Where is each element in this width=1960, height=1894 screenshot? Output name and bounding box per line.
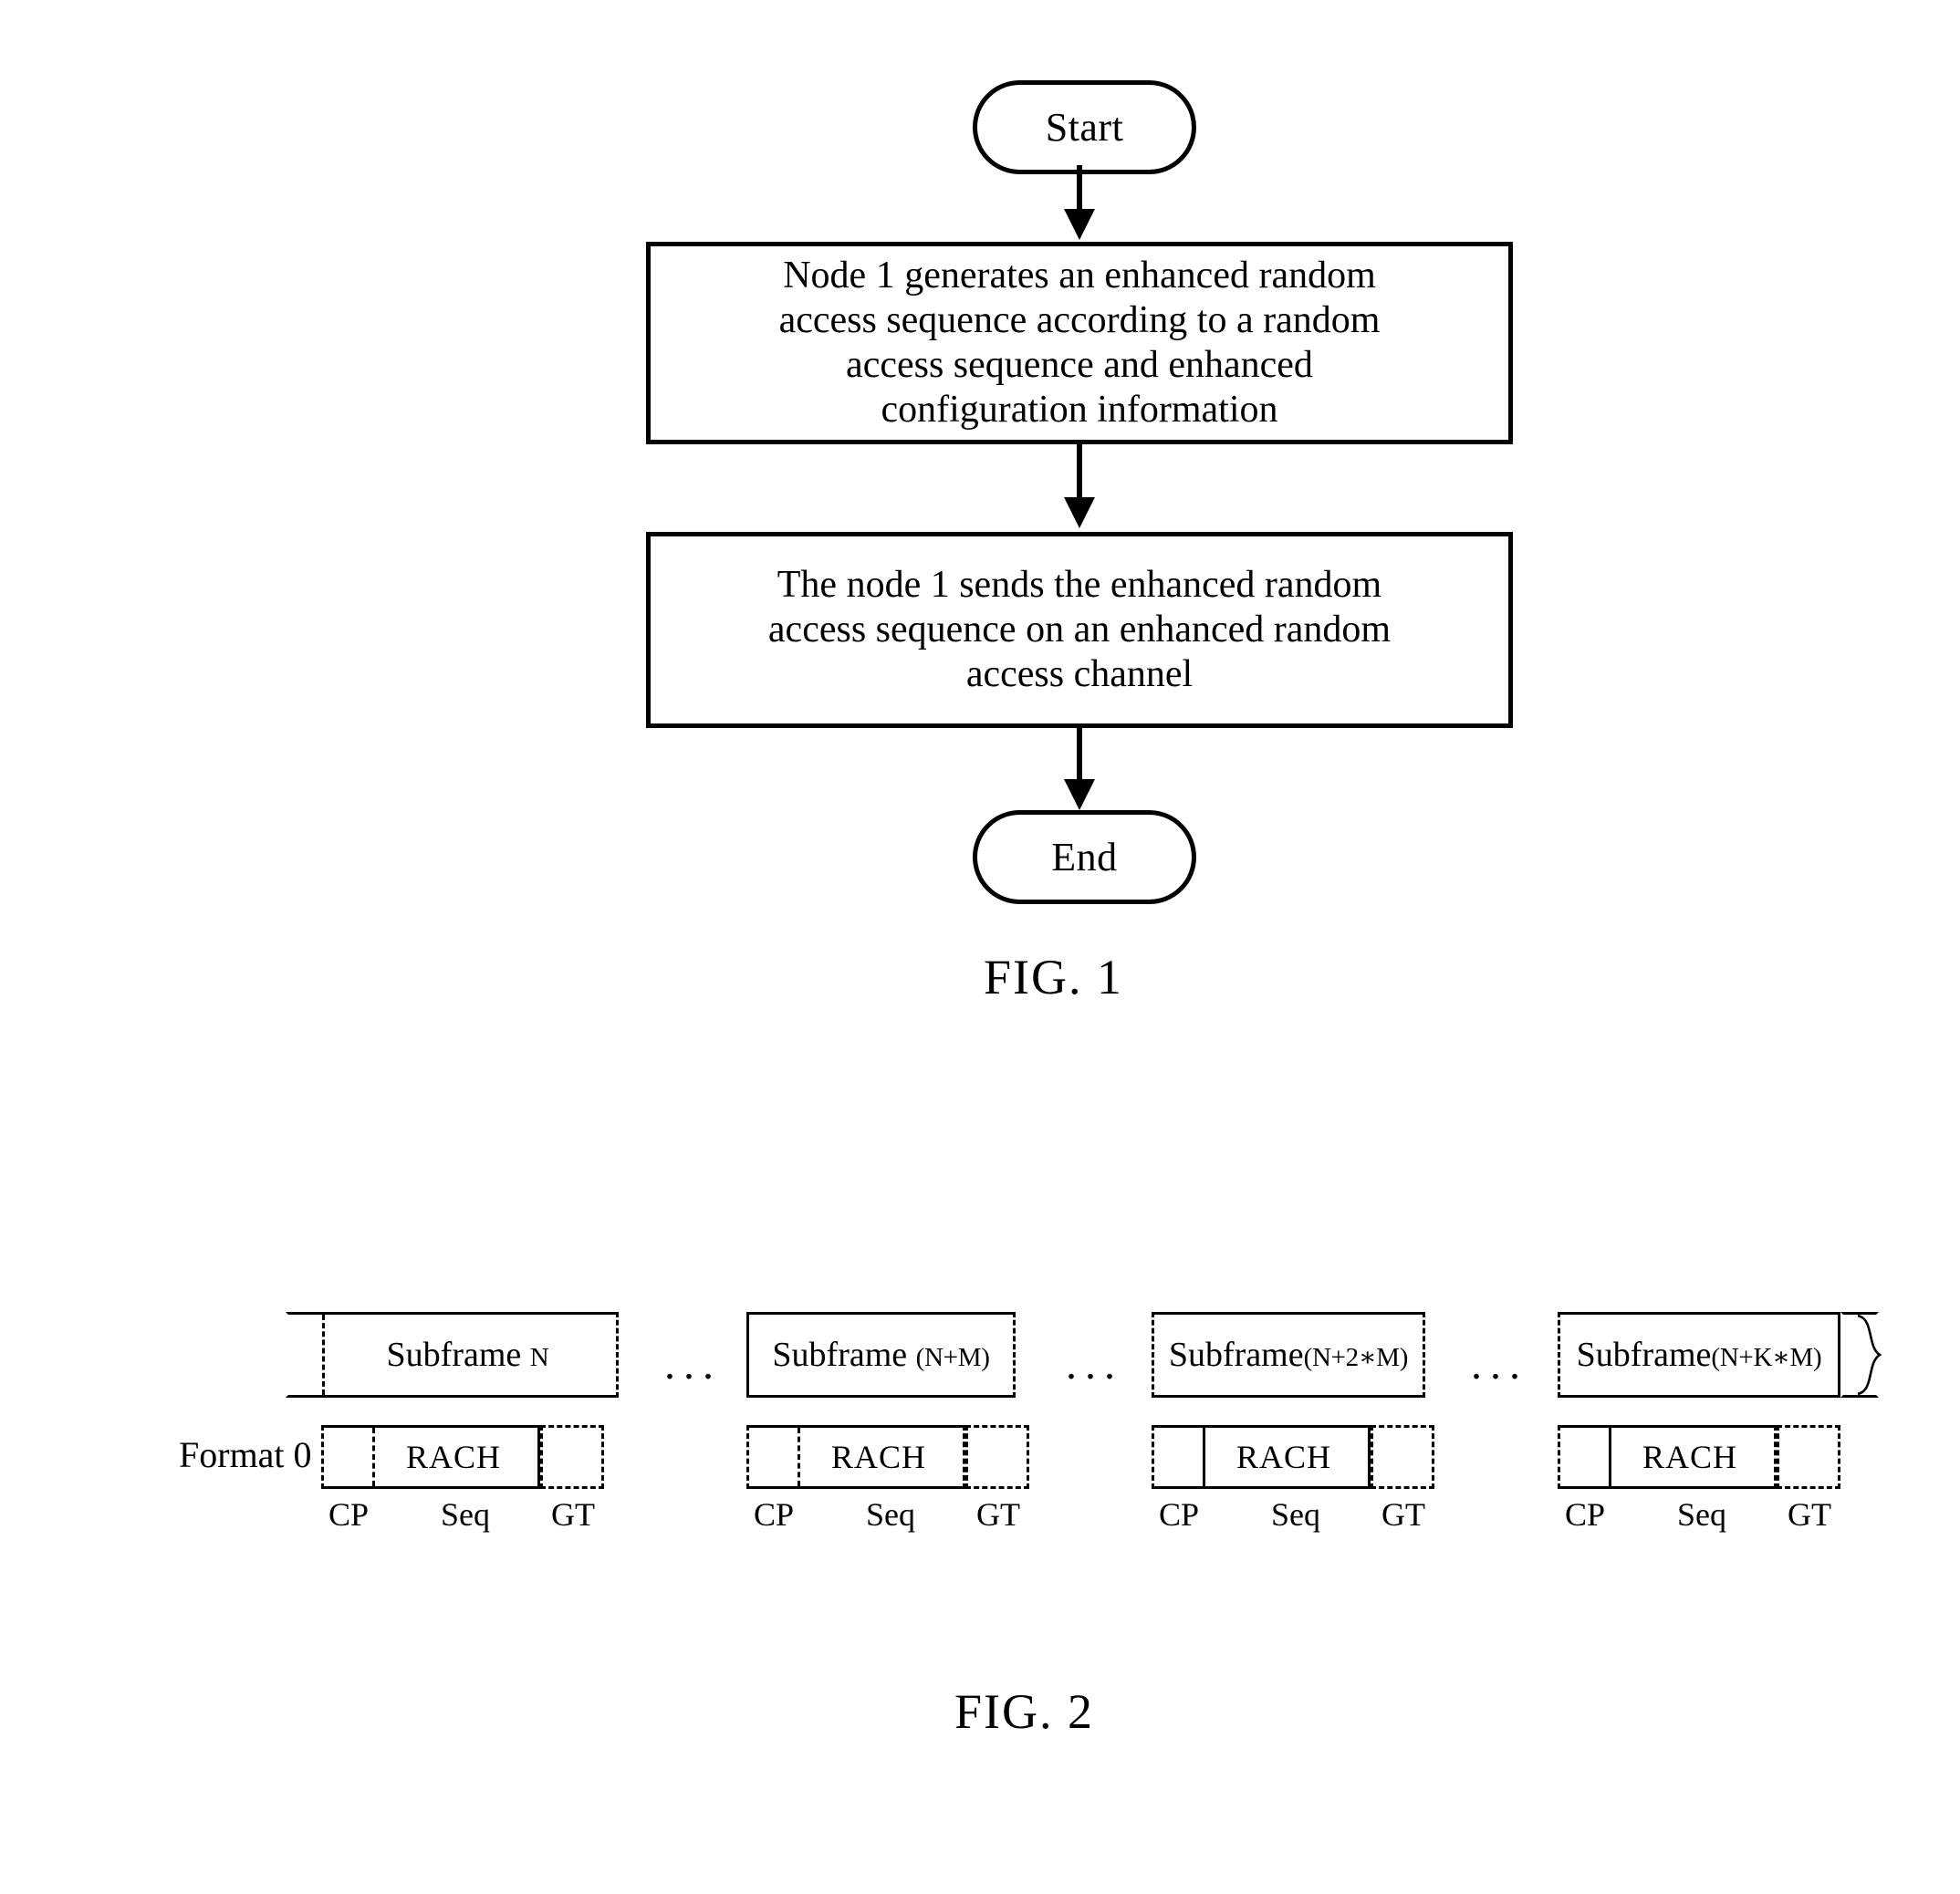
ellipsis-2: ... [1066, 1340, 1123, 1389]
subframe-3-prefix: Subframe [1168, 1336, 1304, 1374]
seq-label-2: Seq [866, 1496, 915, 1533]
subframe-1-index: N [529, 1343, 549, 1372]
subframe-4-prefix: Subframe [1576, 1336, 1712, 1374]
flowchart-end-label: End [1051, 834, 1118, 879]
step2-line-3: access channel [965, 653, 1194, 696]
flowchart-step-2-box: The node 1 sends the enhanced random acc… [646, 532, 1513, 728]
step1-line-2: access sequence according to a random [778, 298, 1381, 341]
step1-line-4: configuration information [881, 389, 1278, 432]
subframe-box-2: Subframe (N+M) [746, 1312, 1016, 1398]
gt-box-3 [1371, 1425, 1434, 1489]
subframe-3-index: (N+2∗M) [1303, 1343, 1409, 1372]
gt-label-4: GT [1788, 1496, 1831, 1533]
flowchart-end-node: End [973, 810, 1196, 904]
rach-box-4-label: RACH [1642, 1439, 1738, 1475]
subframe-box-1-label: Subframe N [387, 1337, 549, 1372]
gt-label-1: GT [551, 1496, 595, 1533]
rach-box-4-cp-divider [1609, 1428, 1611, 1486]
cp-label-1: CP [328, 1496, 370, 1533]
rach-box-1-cp-divider [372, 1428, 375, 1486]
gt-label-2: GT [976, 1496, 1020, 1533]
rach-box-4: RACH [1558, 1425, 1777, 1489]
seq-label-3: Seq [1271, 1496, 1320, 1533]
cp-label-3: CP [1158, 1496, 1200, 1533]
figure-2: Subframe N ... Subframe (N+M) ... Subfra… [0, 1022, 1960, 1894]
ellipsis-3: ... [1471, 1340, 1528, 1389]
subframe-box-2-label: Subframe (N+M) [772, 1337, 989, 1372]
cp-label-2: CP [753, 1496, 795, 1533]
right-brace-icon [1857, 1314, 1882, 1396]
rach-box-2-label: RACH [830, 1439, 927, 1475]
subframe-box-1-divider [322, 1315, 325, 1395]
gt-box-1 [540, 1425, 604, 1489]
cp-label-4: CP [1564, 1496, 1606, 1533]
flowchart-start-node: Start [973, 80, 1196, 174]
gt-box-2 [965, 1425, 1029, 1489]
figure-1: Start Node 1 generates an enhanced rando… [0, 0, 1960, 1022]
seq-label-4: Seq [1677, 1496, 1726, 1533]
ellipsis-1: ... [664, 1340, 722, 1389]
rach-box-1-label: RACH [405, 1439, 502, 1475]
flowchart-step-1-box: Node 1 generates an enhanced random acce… [646, 242, 1513, 444]
subframe-box-1: Subframe N [286, 1312, 619, 1398]
step1-line-1: Node 1 generates an enhanced random [783, 254, 1376, 297]
subframe-2-prefix: Subframe [772, 1336, 916, 1374]
rach-box-2: RACH [746, 1425, 965, 1489]
seq-label-1: Seq [441, 1496, 490, 1533]
rach-box-3: RACH [1152, 1425, 1371, 1489]
rach-box-3-label: RACH [1235, 1439, 1332, 1475]
subframe-box-3: Subframe(N+2∗M) [1152, 1312, 1425, 1398]
rach-box-1: RACH [321, 1425, 540, 1489]
figure-1-caption: FIG. 1 [984, 950, 1124, 1004]
step2-line-1: The node 1 sends the enhanced random [777, 563, 1382, 606]
flowchart-step-2-text: The node 1 sends the enhanced random acc… [752, 563, 1407, 697]
gt-box-4 [1777, 1425, 1840, 1489]
step2-line-2: access sequence on an enhanced random [767, 608, 1392, 650]
step1-line-3: access sequence and enhanced [846, 344, 1313, 386]
subframe-box-4: Subframe(N+K∗M) [1558, 1312, 1840, 1398]
subframe-2-index: (N+M) [915, 1343, 990, 1372]
format-row-label: Format 0 [179, 1434, 312, 1475]
subframe-box-3-label: Subframe(N+2∗M) [1168, 1336, 1409, 1374]
gt-label-3: GT [1381, 1496, 1425, 1533]
subframe-1-prefix: Subframe [386, 1336, 530, 1374]
subframe-4-index: (N+K∗M) [1711, 1343, 1822, 1372]
rach-box-2-cp-divider [798, 1428, 800, 1486]
subframe-box-4-label: Subframe(N+K∗M) [1577, 1337, 1822, 1372]
flowchart-start-label: Start [1045, 104, 1124, 150]
figure-2-caption-page: FIG. 2 [954, 1684, 1095, 1739]
rach-box-3-cp-divider [1203, 1428, 1205, 1486]
flowchart-step-1-text: Node 1 generates an enhanced random acce… [763, 254, 1397, 433]
